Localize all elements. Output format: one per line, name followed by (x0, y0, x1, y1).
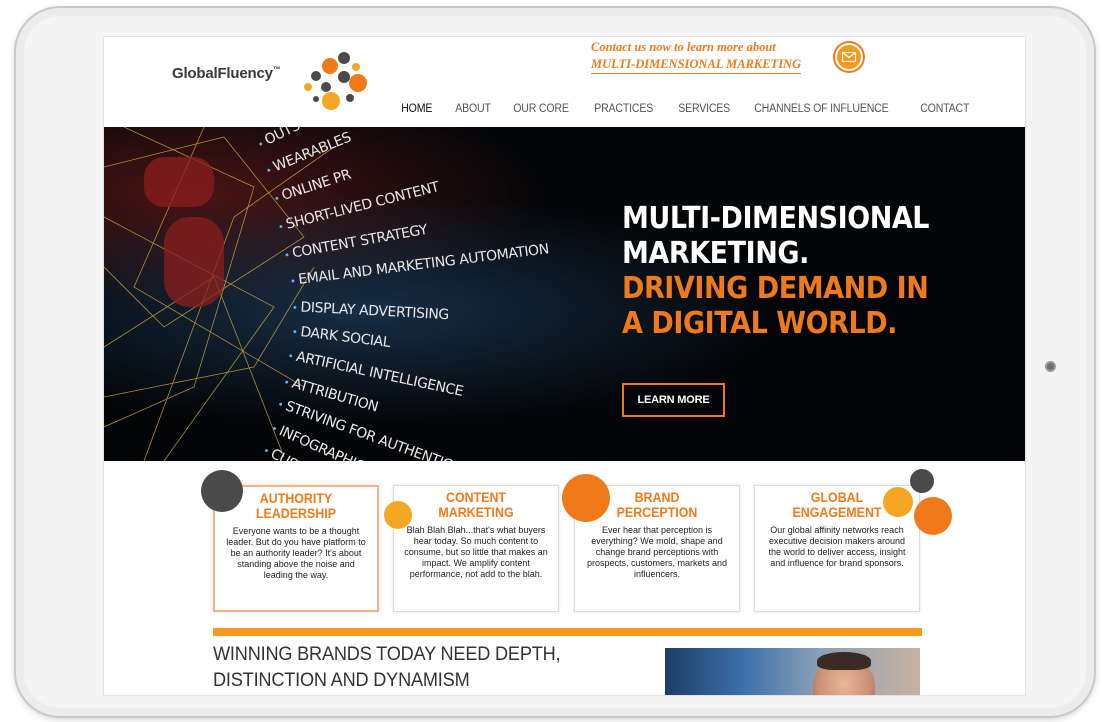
logo-wordmark: GlobalFluency™ (172, 65, 281, 82)
services-cards: AUTHORITY LEADERSHIP Everyone wants to b… (104, 461, 1025, 641)
learn-more-button[interactable]: LEARN MORE (622, 383, 725, 417)
section-heading: WINNING BRANDS TODAY NEED DEPTH, DISTINC… (213, 643, 561, 691)
video-thumbnail[interactable] (665, 648, 920, 695)
section-divider-bar (213, 628, 922, 636)
decorative-circle (910, 469, 934, 493)
hero-banner: OUTSOURCING WEARABLES ONLINE PR SHORT-LI… (104, 127, 1025, 461)
buzzword: ONLINE PR (272, 167, 353, 207)
headline-line-2: MARKETING. (622, 236, 809, 271)
nav-our-core[interactable]: OUR CORE (504, 103, 578, 115)
contact-cta[interactable]: Contact us now to learn more about MULTI… (591, 40, 871, 74)
card-body: Our global affinity networks reach execu… (768, 525, 906, 568)
cta-line-1: Contact us now to learn more about (591, 40, 776, 54)
headline-line-1: MULTI-DIMENSIONAL (622, 201, 930, 236)
nav-contact[interactable]: CONTACT (911, 103, 978, 115)
nav-about[interactable]: ABOUT (446, 103, 500, 115)
envelope-icon[interactable] (835, 43, 863, 71)
logo-trademark: ™ (272, 65, 281, 74)
card-title: AUTHORITY LEADERSHIP (255, 491, 337, 521)
decorative-circle (384, 501, 412, 529)
card-title: CONTENT MARKETING (438, 490, 514, 520)
website-screen: GlobalFluency™ Contact us now to learn m… (103, 36, 1026, 696)
speaker-hair (817, 652, 871, 670)
hero-headline: MULTI-DIMENSIONAL MARKETING. DRIVING DEM… (622, 201, 963, 341)
card-content-marketing[interactable]: CONTENT MARKETING Blah Blah Blah...that'… (393, 485, 559, 612)
card-body: Everyone wants to be a thought leader. B… (226, 526, 366, 580)
card-body: Ever hear that perception is everything?… (586, 525, 728, 579)
cta-line-2[interactable]: MULTI-DIMENSIONAL MARKETING (591, 57, 802, 74)
headline-line-4: A DIGITAL WORLD. (622, 306, 897, 341)
main-nav: HOME ABOUT OUR CORE PRACTICES SERVICES C… (392, 103, 984, 115)
nav-practices[interactable]: PRACTICES (585, 103, 662, 115)
tablet-home-button[interactable] (1045, 361, 1056, 372)
logo-name: GlobalFluency (172, 65, 273, 82)
decorative-circle (914, 497, 952, 535)
nav-home[interactable]: HOME (392, 103, 441, 115)
card-body: Blah Blah Blah...that's what buyers hear… (404, 525, 548, 579)
decorative-circle (201, 470, 243, 512)
buzzword: DARK SOCIAL (291, 323, 391, 351)
decorative-circle (562, 474, 610, 522)
nav-channels-of-influence[interactable]: CHANNELS OF INFLUENCE (745, 103, 898, 115)
nav-services[interactable]: SERVICES (669, 103, 739, 115)
logo-dots-icon (304, 52, 367, 110)
headline-line-3: DRIVING DEMAND IN (622, 271, 929, 306)
decorative-circle (883, 487, 913, 517)
buzzword: DISPLAY ADVERTISING (292, 299, 449, 323)
buzzword-cloud: OUTSOURCING WEARABLES ONLINE PR SHORT-LI… (254, 127, 614, 461)
